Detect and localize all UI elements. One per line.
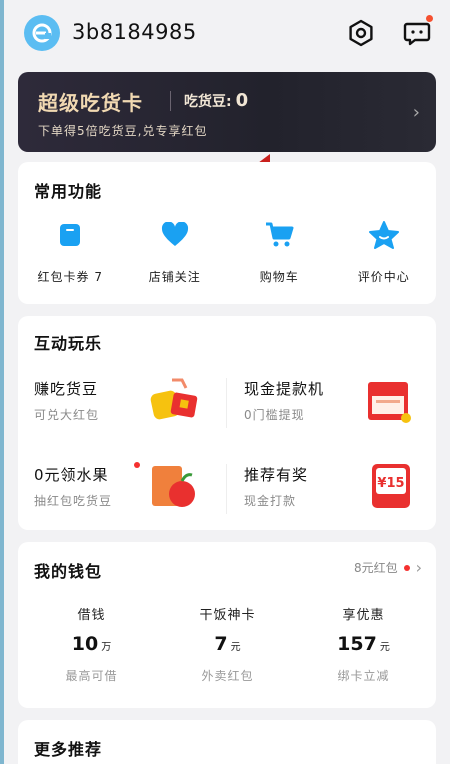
more-recommend-title: 更多推荐: [34, 740, 103, 759]
wallet-unit: 元: [379, 642, 390, 653]
common-functions-card: 常用功能 红包卡券 7 店铺关注 购物车 评价中心: [18, 162, 436, 304]
more-recommend-card: 更多推荐: [18, 720, 436, 764]
message-icon[interactable]: [402, 15, 433, 48]
common-functions-title: 常用功能: [34, 182, 103, 201]
wallet-dot: [403, 564, 410, 571]
super-card-title: 超级吃货卡: [38, 91, 143, 115]
wallet-label: 干饭神卡: [199, 608, 256, 623]
play-title: 0元领水果: [34, 466, 109, 484]
wallet-column-meal-card[interactable]: 干饭神卡 7元 外卖红包: [158, 604, 297, 684]
play-subtitle: 现金打款: [244, 494, 297, 508]
settings-icon[interactable]: [346, 18, 376, 48]
chevron-right-icon[interactable]: ›: [413, 102, 420, 123]
chevron-right-icon: ›: [415, 558, 422, 577]
wallet-title: 我的钱包: [34, 562, 103, 581]
super-card-subtitle: 下单得5倍吃货豆,兑专享红包: [38, 124, 208, 138]
interactive-title: 互动玩乐: [34, 334, 103, 353]
beans-info: 吃货豆: 0: [184, 90, 248, 111]
wallet-sub: 外卖红包: [201, 669, 254, 683]
wallet-label: 享优惠: [342, 608, 385, 623]
play-subtitle: 可兑大红包: [34, 408, 100, 422]
wallet-value: 10: [71, 633, 99, 655]
function-cart[interactable]: 购物车: [227, 220, 332, 285]
wallet-sub: 绑卡立减: [337, 669, 390, 683]
wallet-red-packet-link[interactable]: 8元红包 ›: [354, 558, 422, 577]
earn-beans-item[interactable]: 赚吃货豆 可兑大红包: [18, 374, 213, 444]
vertical-divider: [226, 378, 227, 428]
play-title: 现金提款机: [244, 380, 325, 398]
divider: [170, 91, 171, 111]
header: 3b8184985: [0, 0, 450, 66]
avatar[interactable]: [24, 15, 60, 51]
username[interactable]: 3b8184985: [72, 20, 197, 44]
function-row: 红包卡券 7 店铺关注 购物车 评价中心: [18, 220, 436, 285]
function-reviews[interactable]: 评价中心: [332, 220, 437, 285]
star-icon: [368, 220, 399, 250]
heart-icon: [160, 220, 190, 250]
vertical-divider: [226, 464, 227, 514]
wallet-value: 7: [214, 633, 228, 655]
play-subtitle: 0门槛提现: [244, 408, 305, 422]
wallet-column-borrow[interactable]: 借钱 10 万 最高可借: [22, 604, 161, 684]
wallet-value: 157: [337, 633, 377, 655]
function-label: 购物车: [259, 270, 299, 284]
notification-dot: [426, 15, 433, 22]
fruit-envelope-icon: [152, 466, 195, 507]
play-title: 赚吃货豆: [34, 380, 99, 398]
beans-label: 吃货豆:: [184, 94, 232, 110]
wallet-right-text: 8元红包: [353, 561, 398, 575]
wallet-sub: 最高可借: [65, 669, 118, 683]
left-edge-strip: [0, 0, 4, 764]
atm-icon: [368, 382, 411, 423]
eleme-logo-icon: [32, 23, 52, 43]
super-foodie-card[interactable]: 超级吃货卡 吃货豆: 0 下单得5倍吃货豆,兑专享红包 ›: [18, 72, 436, 152]
function-store-follow[interactable]: 店铺关注: [123, 220, 228, 285]
coupon-icon: [55, 220, 85, 250]
function-label: 店铺关注: [148, 270, 201, 284]
beans-value: 0: [235, 90, 249, 111]
function-coupons[interactable]: 红包卡券 7: [18, 220, 123, 285]
cash-machine-item[interactable]: 现金提款机 0门槛提现: [228, 374, 423, 444]
function-label: 红包卡券 7: [37, 270, 103, 284]
wallet-unit: 万: [101, 642, 112, 653]
new-dot: [134, 462, 140, 468]
cart-icon: [264, 220, 294, 250]
wallet-card: 我的钱包 8元红包 › 借钱 10 万 最高可借 干饭神卡 7元 外卖红包 享优惠…: [18, 542, 436, 708]
red-envelope-icon: ¥15: [372, 464, 410, 508]
function-label: 评价中心: [357, 270, 410, 284]
play-title: 推荐有奖: [244, 466, 309, 484]
wallet-column-discount[interactable]: 享优惠 157 元 绑卡立减: [294, 604, 433, 684]
wallet-label: 借钱: [77, 608, 106, 623]
play-subtitle: 抽红包吃货豆: [34, 494, 113, 508]
interactive-card: 互动玩乐 赚吃货豆 可兑大红包 现金提款机 0门槛提现 0元领水果 抽红包吃货豆: [18, 316, 436, 530]
beans-gift-icon: [150, 378, 198, 420]
referral-reward-item[interactable]: 推荐有奖 现金打款 ¥15: [228, 460, 423, 530]
free-fruit-item[interactable]: 0元领水果 抽红包吃货豆: [18, 460, 213, 530]
referral-badge: ¥15: [377, 476, 404, 491]
wallet-unit: 元: [230, 642, 241, 653]
